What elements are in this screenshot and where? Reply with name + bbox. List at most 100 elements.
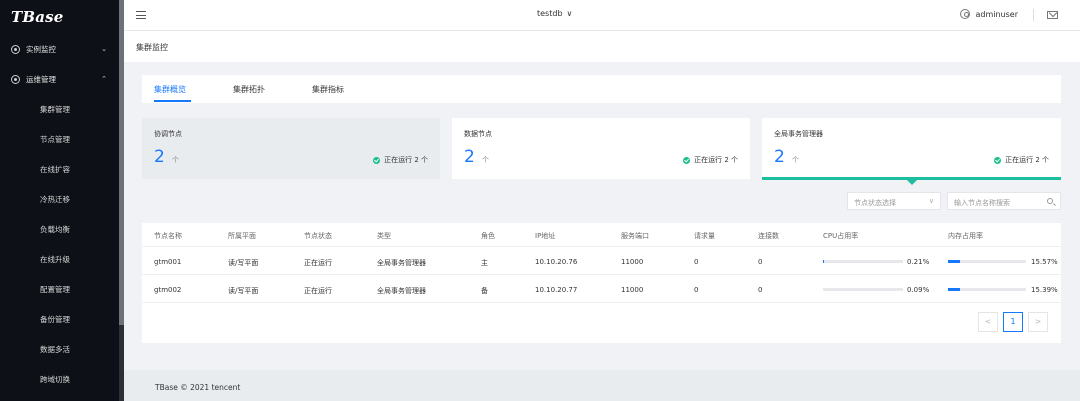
cell-type: 全局事务管理器 bbox=[377, 259, 426, 267]
column-header: 内存占用率 bbox=[948, 232, 983, 240]
table-row[interactable]: gtm002 读/写平面 正在运行 全局事务管理器 备 10.10.20.77 … bbox=[142, 275, 1061, 303]
cell-cpu: 0.09% bbox=[907, 286, 930, 294]
card-coordinator-nodes[interactable]: 协调节点 2 个 正在运行 2 个 bbox=[142, 118, 440, 179]
node-table: 节点名称 所属平面 节点状态 类型 角色 IP地址 服务端口 请求量 连接数 C… bbox=[142, 223, 1061, 343]
sidebar-group-ops[interactable]: 运维管理 ⌃ bbox=[0, 64, 119, 94]
chevron-down-icon: ∨ bbox=[566, 9, 573, 18]
user-menu[interactable]: adminuser bbox=[960, 9, 1018, 19]
cpu-usage-bar bbox=[823, 288, 903, 291]
cell-connections: 0 bbox=[758, 286, 763, 294]
mail-icon[interactable] bbox=[1047, 11, 1058, 19]
card-unit: 个 bbox=[482, 156, 489, 164]
cell-connections: 0 bbox=[758, 258, 763, 266]
pagination-page-1[interactable]: 1 bbox=[1003, 312, 1023, 332]
card-count: 2 bbox=[464, 147, 475, 167]
column-header: 所属平面 bbox=[228, 232, 256, 240]
table-header: 节点名称 所属平面 节点状态 类型 角色 IP地址 服务端口 请求量 连接数 C… bbox=[142, 223, 1061, 247]
sidebar-item-multi-active[interactable]: 数据多活 bbox=[0, 334, 119, 364]
search-placeholder: 输入节点名称搜索 bbox=[954, 199, 1010, 207]
sidebar-item-backup-mgmt[interactable]: 备份管理 bbox=[0, 304, 119, 334]
node-name-search-input[interactable]: 输入节点名称搜索 bbox=[947, 192, 1061, 210]
database-name: testdb bbox=[537, 9, 563, 18]
cell-cpu: 0.21% bbox=[907, 258, 930, 266]
sidebar-group-label: 实例监控 bbox=[26, 44, 56, 54]
tbase-logo: TBase bbox=[11, 8, 64, 26]
node-status-select[interactable]: 节点状态选择 ∨ bbox=[847, 192, 941, 210]
check-circle-icon bbox=[373, 156, 381, 164]
header-divider bbox=[1033, 9, 1034, 21]
node-status-placeholder: 节点状态选择 bbox=[854, 199, 896, 207]
cell-port: 11000 bbox=[621, 286, 644, 294]
sidebar-item-node-mgmt[interactable]: 节点管理 bbox=[0, 124, 119, 154]
sidebar-item-cross-domain-switch[interactable]: 跨域切换 bbox=[0, 364, 119, 394]
column-header: CPU占用率 bbox=[823, 232, 859, 240]
footer: TBase © 2021 tencent bbox=[124, 370, 1080, 401]
cell-port: 11000 bbox=[621, 258, 644, 266]
card-status-text: 正在运行 2 个 bbox=[694, 156, 738, 164]
database-selector[interactable]: testdb ∨ bbox=[537, 9, 572, 18]
footer-copyright: TBase © 2021 tencent bbox=[155, 383, 241, 392]
column-header: 服务端口 bbox=[621, 232, 649, 240]
column-header: 请求量 bbox=[694, 232, 715, 240]
card-count: 2 bbox=[154, 147, 165, 167]
cell-plane: 读/写平面 bbox=[228, 287, 259, 295]
card-data-nodes[interactable]: 数据节点 2 个 正在运行 2 个 bbox=[452, 118, 750, 179]
tab-cluster-metrics[interactable]: 集群指标 bbox=[312, 84, 344, 95]
check-circle-icon bbox=[994, 156, 1002, 164]
card-unit: 个 bbox=[792, 156, 799, 164]
cell-role: 备 bbox=[481, 287, 488, 295]
sidebar-group-label: 运维管理 bbox=[26, 74, 56, 84]
column-header: 节点状态 bbox=[304, 232, 332, 240]
page-title: 集群监控 bbox=[136, 43, 168, 52]
column-header: IP地址 bbox=[535, 232, 556, 240]
card-title: 数据节点 bbox=[464, 130, 492, 138]
sidebar-item-online-expand[interactable]: 在线扩容 bbox=[0, 154, 119, 184]
chevron-down-icon: ∨ bbox=[928, 197, 934, 205]
search-icon[interactable] bbox=[1047, 198, 1053, 204]
memory-usage-bar bbox=[948, 260, 1026, 263]
sidebar-group-instance-monitor[interactable]: 实例监控 ⌄ bbox=[0, 34, 119, 64]
column-header: 节点名称 bbox=[154, 232, 182, 240]
chevron-down-icon: ⌄ bbox=[101, 45, 107, 53]
memory-usage-fill bbox=[948, 260, 961, 263]
user-icon bbox=[960, 9, 971, 19]
cell-node-state: 正在运行 bbox=[304, 259, 332, 267]
tab-cluster-topology[interactable]: 集群拓扑 bbox=[233, 84, 265, 95]
sidebar-item-cluster-mgmt[interactable]: 集群管理 bbox=[0, 94, 119, 124]
table-row[interactable]: gtm001 读/写平面 正在运行 全局事务管理器 主 10.10.20.76 … bbox=[142, 247, 1061, 275]
cell-role: 主 bbox=[481, 259, 488, 267]
breadcrumb-bar: 集群监控 bbox=[124, 31, 1080, 62]
column-header: 连接数 bbox=[758, 232, 779, 240]
active-tab-indicator bbox=[154, 100, 191, 102]
chevron-up-icon: ⌃ bbox=[101, 75, 107, 83]
check-circle-icon bbox=[683, 156, 691, 164]
sidebar: TBase 实例监控 ⌄ 运维管理 ⌃ 集群管理 节点管理 在线扩容 冷热迁移 … bbox=[0, 0, 119, 401]
column-header: 角色 bbox=[481, 232, 495, 240]
tab-cluster-overview[interactable]: 集群概览 bbox=[154, 84, 186, 95]
card-status: 正在运行 2 个 bbox=[994, 155, 1049, 165]
cell-ip: 10.10.20.76 bbox=[535, 258, 578, 266]
sidebar-item-hot-cold-migration[interactable]: 冷热迁移 bbox=[0, 184, 119, 214]
card-gtm[interactable]: 全局事务管理器 2 个 正在运行 2 个 bbox=[762, 118, 1061, 179]
cell-plane: 读/写平面 bbox=[228, 259, 259, 267]
card-status: 正在运行 2 个 bbox=[373, 155, 428, 165]
card-unit: 个 bbox=[172, 156, 179, 164]
sidebar-item-load-balance[interactable]: 负载均衡 bbox=[0, 214, 119, 244]
selected-card-arrow bbox=[907, 180, 917, 185]
card-title: 全局事务管理器 bbox=[774, 130, 823, 138]
card-status: 正在运行 2 个 bbox=[683, 155, 738, 165]
pagination-prev-button[interactable]: < bbox=[978, 312, 998, 332]
pagination-next-button[interactable]: > bbox=[1028, 312, 1048, 332]
sidebar-item-online-upgrade[interactable]: 在线升级 bbox=[0, 244, 119, 274]
cell-memory: 15.57% bbox=[1031, 258, 1058, 266]
instance-icon bbox=[11, 44, 20, 54]
menu-toggle-icon[interactable] bbox=[136, 11, 146, 19]
username: adminuser bbox=[975, 9, 1018, 19]
cell-ip: 10.10.20.77 bbox=[535, 286, 578, 294]
cell-memory: 15.39% bbox=[1031, 286, 1058, 294]
sidebar-item-config-mgmt[interactable]: 配置管理 bbox=[0, 274, 119, 304]
column-header: 类型 bbox=[377, 232, 391, 240]
top-header: testdb ∨ adminuser bbox=[124, 0, 1080, 31]
cell-type: 全局事务管理器 bbox=[377, 287, 426, 295]
card-count: 2 bbox=[774, 147, 785, 167]
